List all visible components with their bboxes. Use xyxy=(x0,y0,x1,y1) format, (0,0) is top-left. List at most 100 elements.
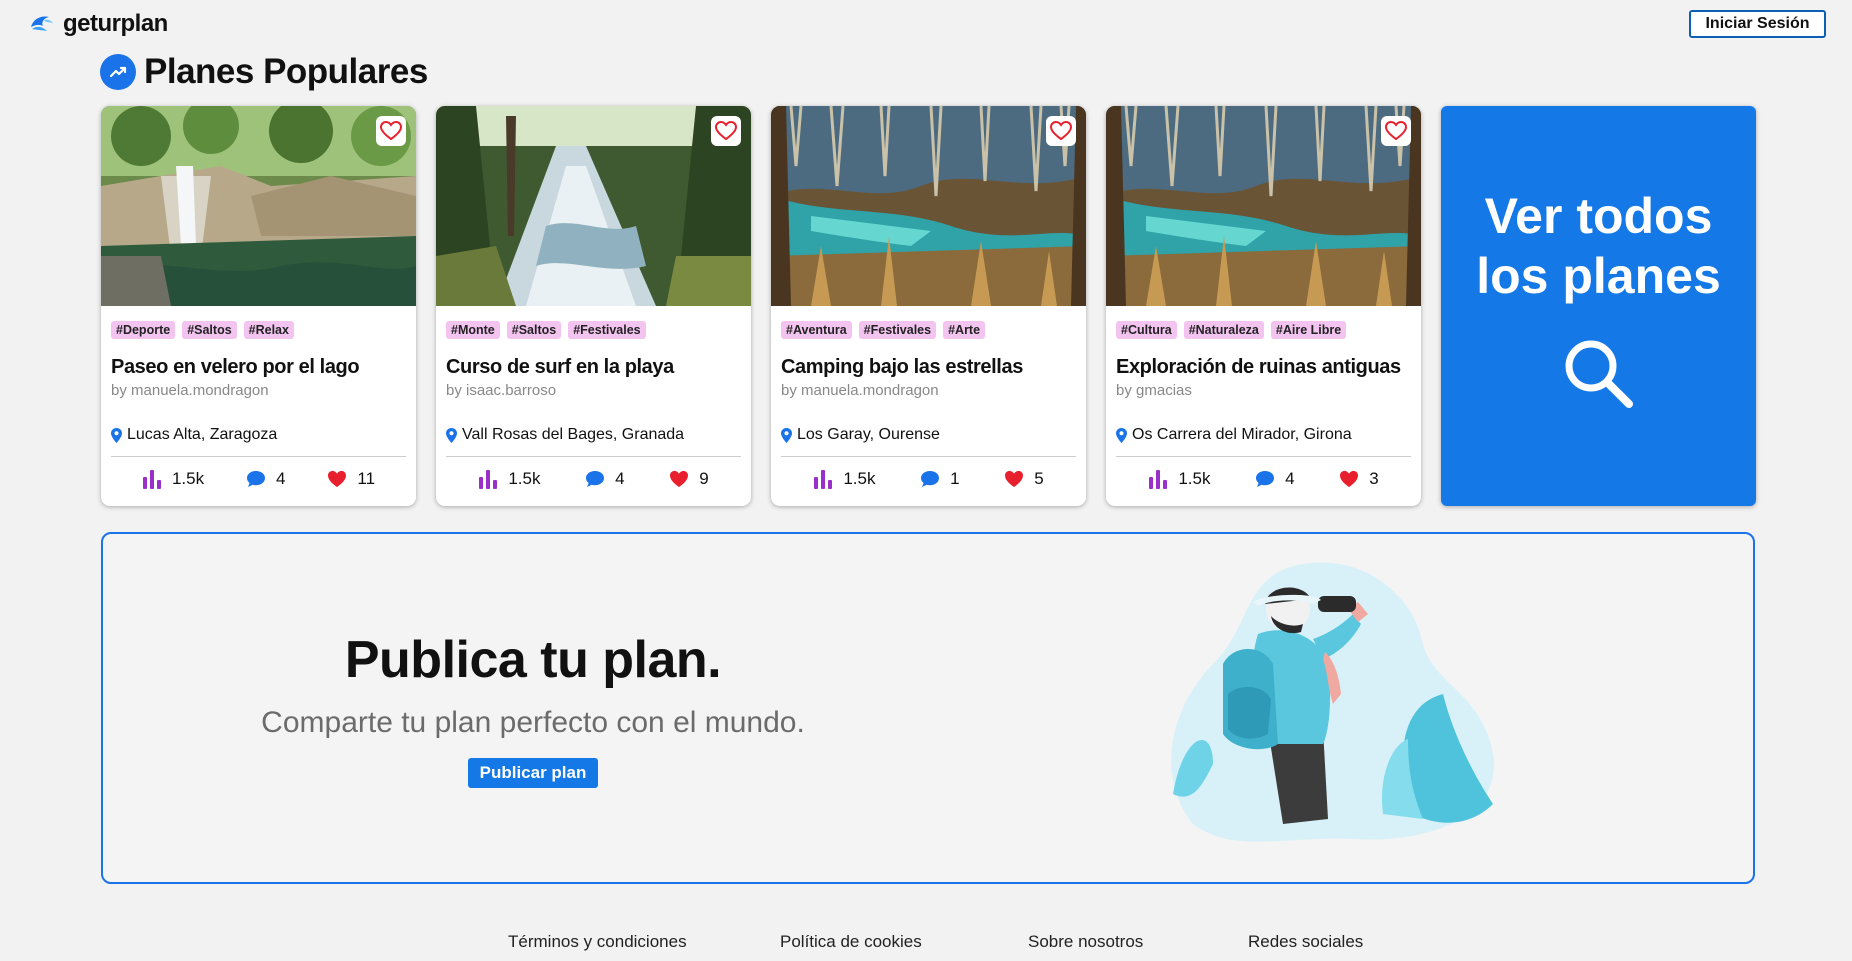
search-icon xyxy=(1565,340,1633,408)
tag[interactable]: #Aventura xyxy=(781,321,852,339)
see-all-plans-card[interactable]: Ver todos los planes xyxy=(1441,106,1756,506)
wave-logo-icon xyxy=(31,16,53,31)
plan-location: Os Carrera del Mirador, Girona xyxy=(1116,426,1352,444)
section-title: Planes Populares xyxy=(144,52,428,91)
heart-icon xyxy=(1340,470,1359,488)
plan-title[interactable]: Camping bajo las estrellas xyxy=(781,356,1023,379)
logo[interactable]: geturplan xyxy=(29,10,168,38)
plan-stats: 1.5k 4 9 xyxy=(436,469,751,489)
likes-count: 3 xyxy=(1369,469,1379,488)
plan-card[interactable]: #Cultura #Naturaleza #Aire Libre Exploraci… xyxy=(1106,106,1421,506)
tag[interactable]: #Relax xyxy=(243,321,294,339)
heart-icon xyxy=(1005,470,1024,488)
bar-chart-icon xyxy=(479,470,498,489)
tag[interactable]: #Saltos xyxy=(182,321,237,339)
logo-text: geturplan xyxy=(63,10,168,37)
comments-stat[interactable]: 4 xyxy=(585,469,625,489)
tag[interactable]: #Deporte xyxy=(111,321,176,339)
tag-list: #Deporte #Saltos #Relax xyxy=(111,321,294,339)
tag[interactable]: #Arte xyxy=(943,321,986,339)
comments-count: 4 xyxy=(615,469,625,488)
views-count: 1.5k xyxy=(843,469,876,488)
views-count: 1.5k xyxy=(171,469,205,488)
comments-count: 4 xyxy=(1285,469,1295,488)
tag[interactable]: #Cultura xyxy=(1116,321,1177,339)
plan-location: Vall Rosas del Bages, Granada xyxy=(446,426,684,444)
favorite-heart-icon[interactable] xyxy=(1381,116,1411,146)
section-header: Planes Populares xyxy=(100,52,428,92)
likes-count: 11 xyxy=(357,469,376,488)
location-pin-icon xyxy=(111,427,122,443)
comments-stat[interactable]: 4 xyxy=(1255,469,1295,489)
comments-count: 4 xyxy=(276,469,286,488)
bar-chart-icon xyxy=(1149,470,1168,489)
plan-location: Los Garay, Ourense xyxy=(781,426,940,444)
plan-stats: 1.5k 1 5 xyxy=(771,469,1086,489)
publish-plan-button[interactable]: Publicar plan xyxy=(468,758,598,788)
views-count: 1.5k xyxy=(508,469,541,488)
plan-card[interactable]: #Deporte #Saltos #Relax Paseo en velero po… xyxy=(101,106,416,506)
views-count: 1.5k xyxy=(1178,469,1211,488)
footer-link-cookies[interactable]: Política de cookies xyxy=(780,932,922,952)
plan-title[interactable]: Paseo en velero por el lago xyxy=(111,356,360,379)
plan-stats: 1.5k 4 3 xyxy=(1106,469,1421,489)
heart-icon xyxy=(670,470,689,488)
location-text: Los Garay, Ourense xyxy=(797,426,940,443)
comment-icon xyxy=(586,471,605,487)
divider xyxy=(1116,456,1411,457)
tag-list: #Cultura #Naturaleza #Aire Libre xyxy=(1116,321,1347,339)
tag[interactable]: #Naturaleza xyxy=(1183,321,1264,339)
plan-card[interactable]: #Monte #Saltos #Festivales Curso de surf e… xyxy=(436,106,751,506)
divider xyxy=(111,456,406,457)
likes-stat[interactable]: 11 xyxy=(327,469,375,489)
plan-location: Lucas Alta, Zaragoza xyxy=(111,426,277,444)
footer-link-about[interactable]: Sobre nosotros xyxy=(1028,932,1143,952)
favorite-heart-icon[interactable] xyxy=(376,116,406,146)
views-stat: 1.5k xyxy=(142,469,204,489)
likes-stat[interactable]: 9 xyxy=(669,469,709,489)
footer-link-social[interactable]: Redes sociales xyxy=(1248,932,1363,952)
likes-stat[interactable]: 3 xyxy=(1339,469,1379,489)
plan-card[interactable]: #Aventura #Festivales #Arte Camping bajo l… xyxy=(771,106,1086,506)
divider xyxy=(446,456,741,457)
plan-author: by manuela.mondragon xyxy=(111,382,269,399)
likes-stat[interactable]: 5 xyxy=(1004,469,1044,489)
publish-title: Publica tu plan. xyxy=(344,631,722,689)
top-bar: geturplan Iniciar Sesión xyxy=(0,0,1852,48)
footer-link-terms[interactable]: Términos y condiciones xyxy=(508,932,687,952)
popular-plans-list: #Deporte #Saltos #Relax Paseo en velero po… xyxy=(101,106,1756,506)
plan-title[interactable]: Curso de surf en la playa xyxy=(446,356,674,379)
favorite-heart-icon[interactable] xyxy=(711,116,741,146)
location-text: Os Carrera del Mirador, Girona xyxy=(1132,426,1352,443)
plan-author: by isaac.barroso xyxy=(446,382,557,399)
comments-stat[interactable]: 1 xyxy=(920,469,960,489)
comments-stat[interactable]: 4 xyxy=(246,469,285,489)
tag[interactable]: #Monte xyxy=(446,321,500,339)
plan-author: by manuela.mondragon xyxy=(781,382,939,399)
location-pin-icon xyxy=(1116,427,1127,443)
views-stat: 1.5k xyxy=(1148,469,1210,489)
tag-list: #Aventura #Festivales #Arte xyxy=(781,321,986,339)
location-pin-icon xyxy=(781,427,792,443)
traveler-illustration xyxy=(1171,562,1494,842)
comment-icon xyxy=(247,471,265,487)
plan-title[interactable]: Exploración de ruinas antiguas xyxy=(1116,356,1401,379)
likes-count: 5 xyxy=(1034,469,1044,488)
bar-chart-icon xyxy=(814,470,833,489)
plan-image xyxy=(436,106,751,306)
views-stat: 1.5k xyxy=(478,469,540,489)
plan-author: by gmacias xyxy=(1116,382,1192,399)
comments-count: 1 xyxy=(950,469,960,488)
publish-banner: Publica tu plan. Comparte tu plan perfec… xyxy=(101,532,1755,884)
heart-icon xyxy=(328,470,347,488)
see-all-label: Ver todos los planes xyxy=(1476,188,1721,304)
tag[interactable]: #Festivales xyxy=(858,321,937,339)
location-text: Lucas Alta, Zaragoza xyxy=(127,426,278,443)
favorite-heart-icon[interactable] xyxy=(1046,116,1076,146)
comment-icon xyxy=(1256,471,1275,487)
tag[interactable]: #Aire Libre xyxy=(1270,321,1347,339)
tag[interactable]: #Festivales xyxy=(568,321,646,339)
tag[interactable]: #Saltos xyxy=(506,321,562,339)
login-button[interactable]: Iniciar Sesión xyxy=(1689,10,1826,38)
plan-image xyxy=(1106,106,1421,306)
